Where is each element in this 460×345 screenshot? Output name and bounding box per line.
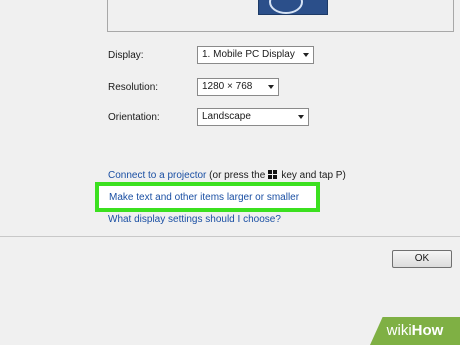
orientation-label: Orientation:	[108, 112, 160, 123]
connect-hint-text-2: key and tap P)	[281, 170, 346, 181]
resolution-dropdown-value: 1280 × 768	[202, 81, 253, 92]
windows-logo-icon	[268, 170, 279, 179]
what-settings-link[interactable]: What display settings should I choose?	[108, 214, 281, 225]
resolution-label: Resolution:	[108, 82, 159, 93]
connect-hint-text-1: (or press the	[209, 170, 266, 181]
divider	[0, 236, 460, 237]
resolution-dropdown[interactable]: 1280 × 768	[197, 78, 279, 96]
display-dropdown-value: 1. Mobile PC Display	[202, 49, 295, 60]
wikihow-watermark: wikiHow	[370, 317, 460, 345]
chevron-down-icon	[303, 53, 309, 57]
monitor-preview-icon[interactable]	[258, 0, 328, 15]
display-label: Display:	[108, 50, 144, 61]
connect-projector-link[interactable]: Connect to a projector	[108, 170, 206, 181]
display-dropdown[interactable]: 1. Mobile PC Display	[197, 46, 314, 64]
ok-button[interactable]: OK	[392, 250, 452, 268]
orientation-dropdown[interactable]: Landscape	[197, 108, 309, 126]
highlight-box: Make text and other items larger or smal…	[95, 182, 320, 212]
make-text-larger-link[interactable]: Make text and other items larger or smal…	[109, 192, 299, 203]
orientation-dropdown-value: Landscape	[202, 111, 251, 122]
chevron-down-icon	[268, 85, 274, 89]
chevron-down-icon	[298, 115, 304, 119]
connect-projector-line: Connect to a projector (or press the key …	[108, 170, 346, 181]
